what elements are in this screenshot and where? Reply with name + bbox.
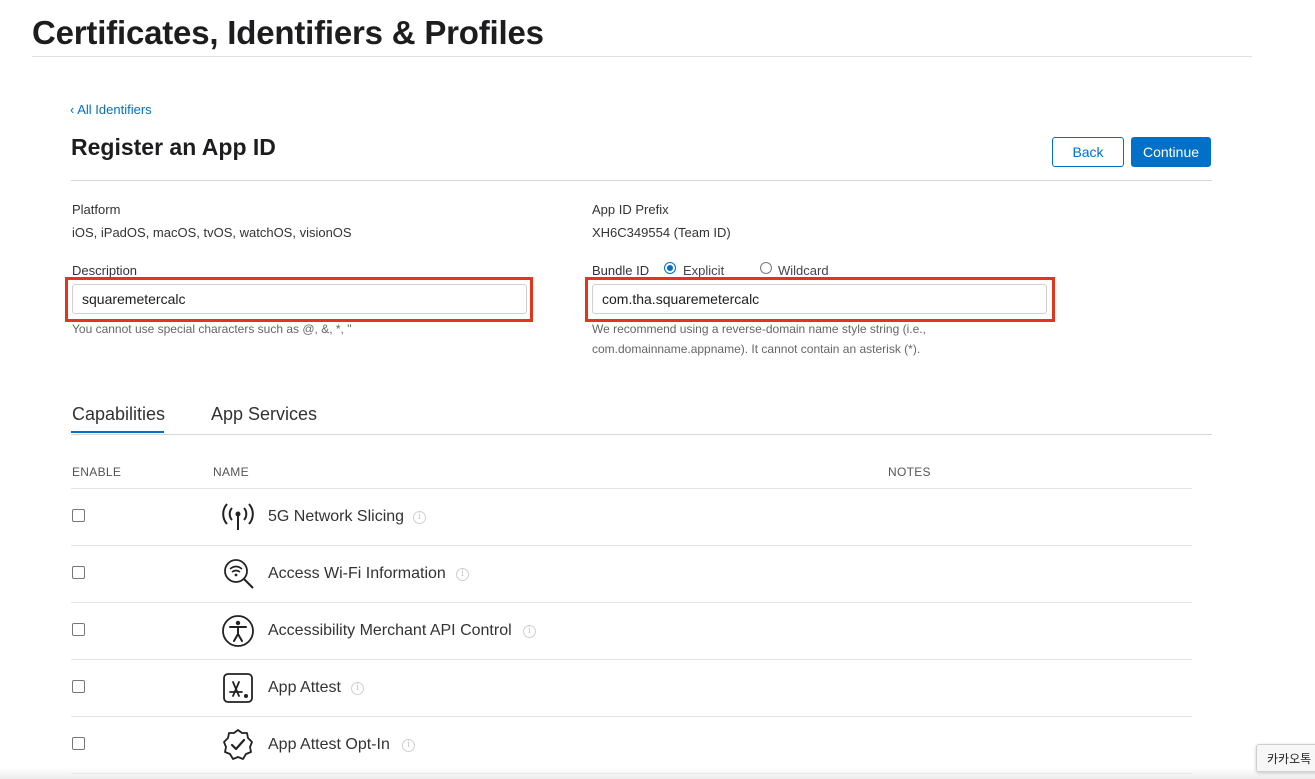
capability-name: App Attest Opt-In: [268, 736, 390, 753]
description-label: Description: [72, 263, 138, 278]
bundle-id-input[interactable]: [592, 284, 1047, 314]
verified-badge-icon: [223, 729, 253, 760]
continue-button[interactable]: Continue: [1131, 137, 1211, 167]
back-button[interactable]: Back: [1052, 137, 1124, 167]
table-row: App Attest Opt-In i: [0, 717, 1315, 774]
enable-checkbox[interactable]: [72, 509, 85, 522]
table-row: Accessibility Merchant API Control i: [0, 603, 1315, 660]
explicit-radio[interactable]: [664, 262, 676, 274]
info-icon[interactable]: i: [402, 739, 415, 752]
enable-checkbox[interactable]: [72, 680, 85, 693]
bundle-id-label: Bundle ID: [592, 263, 650, 278]
app-id-prefix-value: XH6C349554 (Team ID): [592, 225, 731, 240]
table-row: App Attest i: [0, 660, 1315, 717]
capability-name: 5G Network Slicing: [268, 508, 405, 525]
tabs-divider: [71, 434, 1212, 435]
bundle-id-hint-line2: com.domainname.appname). It cannot conta…: [592, 342, 921, 356]
wifi-search-icon: [224, 559, 254, 589]
enable-checkbox[interactable]: [72, 623, 85, 636]
app-store-icon: [223, 673, 253, 703]
wildcard-radio-label: Wildcard: [778, 263, 829, 278]
explicit-radio-label: Explicit: [683, 263, 725, 278]
bundle-id-hint-line1: We recommend using a reverse-domain name…: [592, 322, 926, 336]
enable-checkbox[interactable]: [72, 566, 85, 579]
app-id-prefix-label: App ID Prefix: [592, 202, 669, 217]
notes-column-header: NOTES: [888, 465, 931, 479]
accessibility-icon: [222, 615, 254, 647]
bottom-fade: [0, 768, 1315, 779]
antenna-icon: [222, 503, 254, 530]
description-input[interactable]: [72, 284, 527, 314]
enable-column-header: ENABLE: [72, 465, 122, 479]
table-row: 5G Network Slicing i: [0, 489, 1315, 546]
capability-name: Accessibility Merchant API Control: [268, 622, 512, 639]
platform-label: Platform: [72, 202, 121, 217]
tab-capabilities[interactable]: Capabilities: [72, 404, 165, 425]
page-title: Certificates, Identifiers & Profiles: [32, 14, 544, 51]
title-divider: [32, 56, 1252, 57]
app-tooltip: 카카오톡: [1256, 744, 1315, 772]
tab-app-services[interactable]: App Services: [211, 404, 317, 425]
info-icon[interactable]: i: [523, 625, 536, 638]
all-identifiers-link[interactable]: ‹ All Identifiers: [70, 102, 152, 117]
wildcard-radio[interactable]: [760, 262, 772, 274]
info-icon[interactable]: i: [413, 511, 426, 524]
info-icon[interactable]: i: [351, 682, 364, 695]
enable-checkbox[interactable]: [72, 737, 85, 750]
platform-value: iOS, iPadOS, macOS, tvOS, watchOS, visio…: [72, 225, 352, 240]
active-tab-indicator: [71, 431, 164, 433]
name-column-header: NAME: [213, 465, 249, 479]
section-divider: [71, 180, 1212, 181]
description-hint: You cannot use special characters such a…: [72, 322, 352, 336]
capability-name: Access Wi-Fi Information: [268, 565, 446, 582]
info-icon[interactable]: i: [456, 568, 469, 581]
capability-name: App Attest: [268, 679, 341, 696]
table-row: Access Wi-Fi Information i: [0, 546, 1315, 603]
section-title: Register an App ID: [71, 134, 276, 160]
